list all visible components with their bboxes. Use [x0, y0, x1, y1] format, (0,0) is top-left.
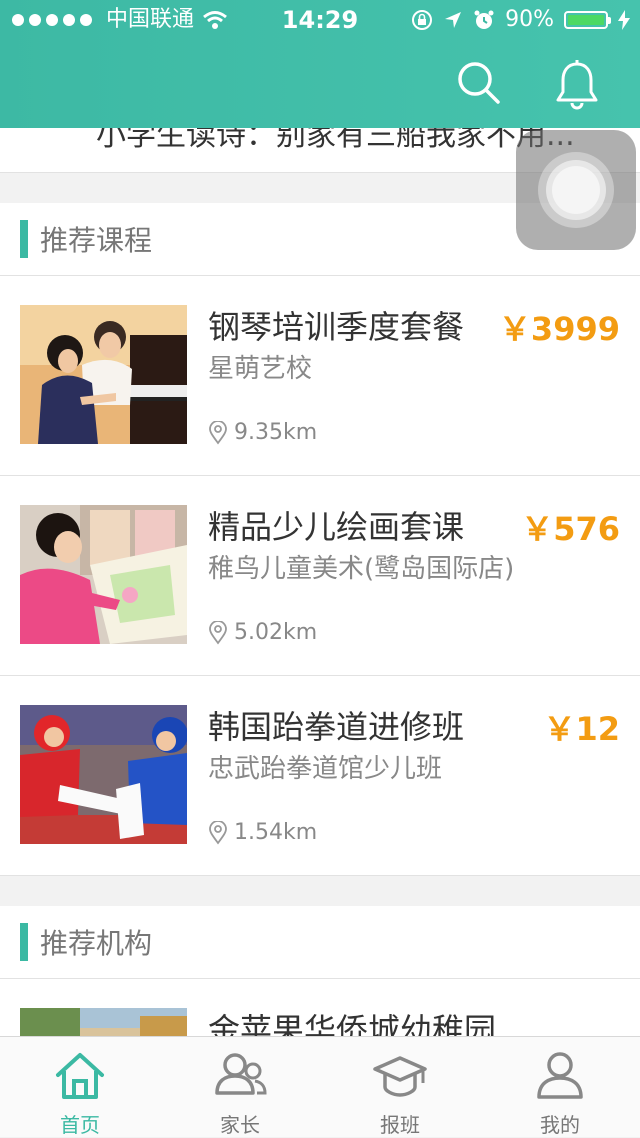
distance-value: 9.35km: [234, 420, 318, 445]
tab-me[interactable]: 我的: [480, 1037, 640, 1137]
search-button[interactable]: [456, 60, 502, 106]
course-card[interactable]: 钢琴培训季度套餐 ￥3999 星萌艺校 9.35km: [0, 276, 640, 476]
kindergarten-building-photo: [20, 1008, 187, 1036]
user-icon: [537, 1052, 583, 1099]
course-distance: 9.35km: [208, 420, 317, 445]
location-pin-icon: [209, 620, 227, 645]
tab-enroll[interactable]: 报班: [320, 1037, 480, 1137]
distance-value: 5.02km: [234, 620, 318, 645]
search-icon: [458, 62, 500, 104]
recommended-courses-section: 推荐课程 钢琴培训季度套餐 ￥3999 星萌艺校 9.35km 精品少儿绘画套课…: [0, 203, 640, 876]
course-school: 稚鸟儿童美术(鹭岛国际店): [208, 554, 515, 584]
course-distance: 5.02km: [208, 620, 317, 645]
notifications-button[interactable]: [554, 60, 600, 110]
alarm-icon: [474, 10, 494, 29]
section-accent-bar: [20, 923, 28, 961]
location-pin-icon: [209, 420, 227, 445]
piano-lesson-photo: [20, 305, 187, 444]
section-accent-bar: [20, 220, 28, 258]
org-card[interactable]: 金苹果华侨城幼稚园: [0, 979, 640, 1036]
course-name: 精品少儿绘画套课: [208, 508, 465, 546]
tab-parents[interactable]: 家长: [160, 1037, 320, 1137]
rotation-lock-icon: [412, 10, 433, 30]
bell-icon: [556, 60, 598, 110]
course-card[interactable]: 精品少儿绘画套课 ￥576 稚鸟儿童美术(鹭岛国际店) 5.02km: [0, 476, 640, 676]
battery-icon: [564, 11, 611, 29]
status-bar: 中国联通 14:29 90%: [0, 0, 640, 40]
course-school: 星萌艺校: [208, 354, 313, 384]
section-title: 推荐课程: [40, 224, 153, 257]
charging-bolt-icon: [618, 10, 630, 30]
course-price: ￥12: [543, 710, 620, 748]
previous-article-title: 小学生读诗：别家有三船我家不用...: [96, 128, 575, 153]
course-price: ￥576: [521, 510, 620, 548]
tab-label: 我的: [540, 1113, 580, 1137]
parents-icon: [215, 1053, 267, 1095]
course-name: 钢琴培训季度套餐: [208, 308, 465, 346]
distance-value: 1.54km: [234, 820, 318, 845]
location-arrow-icon: [445, 12, 462, 28]
home-feed[interactable]: 小学生读诗：别家有三船我家不用... 推荐课程 钢琴培训季度套餐 ￥3999 星…: [0, 128, 640, 1036]
tab-label: 家长: [220, 1113, 260, 1137]
course-price: ￥3999: [498, 310, 620, 348]
child-painting-photo: [20, 505, 187, 644]
location-pin-icon: [209, 820, 227, 845]
battery-percent: 90%: [505, 7, 554, 32]
recommended-orgs-section: 推荐机构 金苹果华侨城幼稚园: [0, 906, 640, 1036]
section-header: 推荐机构: [0, 906, 640, 979]
tab-home[interactable]: 首页: [0, 1037, 160, 1137]
tab-label: 报班: [380, 1113, 420, 1137]
app-header: 中国联通 14:29 90%: [0, 0, 640, 128]
home-icon: [56, 1053, 104, 1099]
course-card[interactable]: 韩国跆拳道进修班 ￥12 忠武跆拳道馆少儿班 1.54km: [0, 676, 640, 876]
assistive-touch-button[interactable]: [516, 130, 636, 250]
section-title: 推荐机构: [40, 927, 153, 960]
taekwondo-photo: [20, 705, 187, 844]
tab-label: 首页: [60, 1113, 100, 1137]
course-name: 韩国跆拳道进修班: [208, 708, 465, 746]
tab-bar: 首页 家长 报班 我的: [0, 1036, 640, 1137]
course-distance: 1.54km: [208, 820, 317, 845]
graduation-cap-icon: [373, 1056, 427, 1097]
course-school: 忠武跆拳道馆少儿班: [208, 754, 443, 784]
org-name: 金苹果华侨城幼稚园: [208, 1011, 497, 1036]
